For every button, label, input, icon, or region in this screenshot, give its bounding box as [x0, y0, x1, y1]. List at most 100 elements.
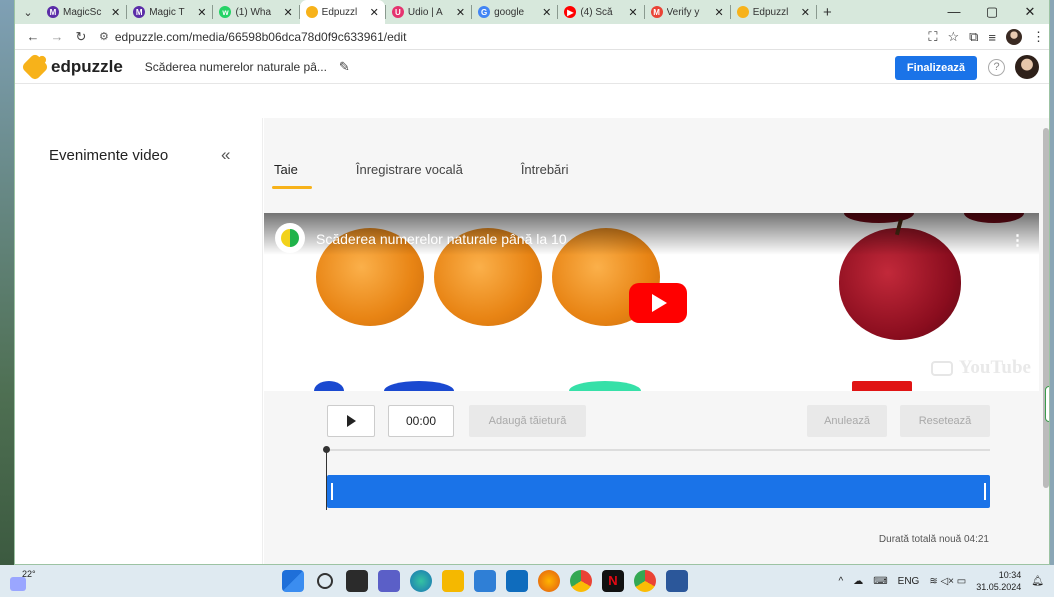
keyboard-icon[interactable]: ⌨ — [873, 576, 887, 587]
desktop-background — [0, 0, 14, 565]
clock[interactable]: 10:34 31.05.2024 — [976, 569, 1021, 593]
collapse-sidebar-icon[interactable]: « — [221, 145, 230, 165]
browser-menu-icon[interactable]: ⋮ — [1032, 29, 1045, 45]
tab-cut[interactable]: Taie — [272, 158, 312, 189]
timeline-start-handle[interactable] — [331, 483, 333, 500]
tab-title: Magic T — [149, 6, 185, 18]
browser-tab[interactable]: ▶ (4) Scă ✕ — [558, 0, 643, 24]
main-area: Evenimente video « Taie Înregistrare voc… — [15, 118, 1049, 564]
word-icon[interactable] — [666, 570, 688, 592]
add-cut-button[interactable]: Adaugă tăietură — [469, 405, 586, 437]
tray-chevron-icon[interactable]: ^ — [839, 576, 844, 587]
chrome-profile-icon[interactable] — [634, 570, 656, 592]
browser-tab[interactable]: Edpuzzl ✕ — [731, 0, 816, 24]
cut-controls: 00:00 Adaugă tăietură Anulează Resetează… — [264, 391, 1039, 564]
tab-close-icon[interactable]: ✕ — [715, 6, 724, 19]
page-scrollbar[interactable] — [1043, 128, 1049, 488]
start-icon[interactable] — [282, 570, 304, 592]
store-icon[interactable] — [474, 570, 496, 592]
channel-avatar[interactable] — [275, 223, 305, 253]
firefox-icon[interactable] — [538, 570, 560, 592]
notifications-icon[interactable]: 🔔︎ — [1031, 576, 1044, 587]
tab-close-icon[interactable]: ✕ — [197, 6, 206, 19]
new-tab-button[interactable]: + — [817, 4, 838, 21]
forward-icon[interactable]: → — [45, 29, 69, 44]
tab-close-icon[interactable]: ✕ — [542, 6, 551, 19]
browser-tab[interactable]: M MagicSc ✕ — [41, 0, 126, 24]
cancel-button[interactable]: Anulează — [807, 405, 887, 437]
translate-icon[interactable]: ⛶ — [928, 29, 937, 45]
square-shape — [852, 381, 912, 391]
total-duration: Durată totală nouă 04:21 — [878, 534, 989, 545]
tab-close-icon[interactable]: ✕ — [370, 6, 379, 19]
tab-voiceover[interactable]: Înregistrare vocală — [356, 158, 463, 181]
side-widget-icon[interactable] — [1045, 386, 1049, 422]
reading-list-icon[interactable]: ≡ — [988, 30, 996, 45]
video-player[interactable]: Scăderea numerelor naturale până la 10 ⋮… — [264, 213, 1039, 391]
tab-search-icon[interactable]: ⌄ — [15, 6, 41, 19]
finalize-button[interactable]: Finalizează — [894, 56, 977, 80]
edpuzzle-logo[interactable]: edpuzzle — [20, 52, 123, 81]
browser-tab[interactable]: M Verify y ✕ — [645, 0, 730, 24]
tab-close-icon[interactable]: ✕ — [456, 6, 465, 19]
clock-time: 10:34 — [998, 570, 1022, 580]
task-view-icon[interactable] — [346, 570, 368, 592]
toolbar-right: ⛶ ☆ ⧉ ≡ ⋮ — [928, 24, 1045, 50]
browser-tab[interactable]: M Magic T ✕ — [127, 0, 212, 24]
video-menu-icon[interactable]: ⋮ — [1010, 231, 1025, 249]
teams-icon[interactable] — [378, 570, 400, 592]
edit-pencil-icon[interactable]: ✎ — [339, 59, 350, 75]
tab-title: google — [494, 6, 525, 18]
weather-icon — [10, 577, 26, 591]
digit-shape — [314, 381, 344, 391]
tab-title: Edpuzzl — [752, 6, 789, 18]
user-avatar[interactable] — [1015, 55, 1039, 79]
play-button[interactable] — [327, 405, 375, 437]
tab-favicon-icon: w — [219, 6, 232, 18]
network-volume-battery-icons[interactable]: ≋ ◁× ▭ — [929, 576, 966, 587]
current-time: 00:00 — [388, 405, 454, 437]
browser-tab[interactable]: U Udio | A ✕ — [386, 0, 471, 24]
clock-date: 31.05.2024 — [976, 582, 1022, 592]
onedrive-icon[interactable]: ☁ — [853, 576, 863, 587]
maximize-icon[interactable]: ▢ — [973, 0, 1011, 24]
tab-close-icon[interactable]: ✕ — [628, 6, 637, 19]
sidebar-title: Evenimente video — [49, 147, 169, 164]
omnibox[interactable]: ⚙ edpuzzle.com/media/66598b06dca78d0f9c6… — [99, 30, 406, 44]
extensions-icon[interactable]: ⧉ — [969, 29, 978, 45]
cut-timeline-bar[interactable] — [327, 475, 990, 508]
tab-close-icon[interactable]: ✕ — [283, 6, 292, 19]
timeline-end-handle[interactable] — [984, 483, 986, 500]
weather-widget[interactable]: 22° — [8, 569, 38, 593]
tab-close-icon[interactable]: ✕ — [801, 6, 810, 19]
tab-questions[interactable]: Întrebări — [521, 158, 569, 181]
help-icon[interactable]: ? — [988, 59, 1005, 76]
tab-favicon-icon: G — [478, 6, 491, 18]
video-overlay-title[interactable]: Scăderea numerelor naturale până la 10 — [316, 231, 567, 247]
back-icon[interactable]: ← — [21, 29, 45, 44]
profile-avatar[interactable] — [1006, 29, 1022, 45]
reload-icon[interactable]: ↻ — [69, 29, 93, 45]
circle-shape — [384, 381, 454, 391]
tab-favicon-icon — [736, 6, 749, 18]
tab-close-icon[interactable]: ✕ — [111, 6, 120, 19]
edge-icon[interactable] — [410, 570, 432, 592]
youtube-watermark[interactable]: YouTube — [930, 357, 1031, 379]
close-window-icon[interactable]: ✕ — [1011, 0, 1049, 24]
minimize-icon[interactable]: — — [935, 0, 973, 24]
browser-tab[interactable]: w (1) Wha ✕ — [213, 0, 298, 24]
browser-tab[interactable]: Edpuzzl ✕ — [299, 0, 385, 24]
timeline-track — [327, 449, 990, 451]
mail-icon[interactable] — [506, 570, 528, 592]
youtube-play-icon[interactable] — [629, 283, 687, 323]
reset-button[interactable]: Resetează — [900, 405, 990, 437]
search-icon[interactable] — [317, 573, 333, 589]
language-indicator[interactable]: ENG — [898, 576, 920, 587]
browser-tab[interactable]: Ggoogle ✕ — [472, 0, 557, 24]
site-info-icon[interactable]: ⚙ — [99, 30, 109, 43]
netflix-icon[interactable]: N — [602, 570, 624, 592]
chrome-icon[interactable] — [570, 570, 592, 592]
tab-title: Edpuzzl — [321, 6, 358, 18]
file-explorer-icon[interactable] — [442, 570, 464, 592]
bookmark-star-icon[interactable]: ☆ — [947, 29, 959, 45]
